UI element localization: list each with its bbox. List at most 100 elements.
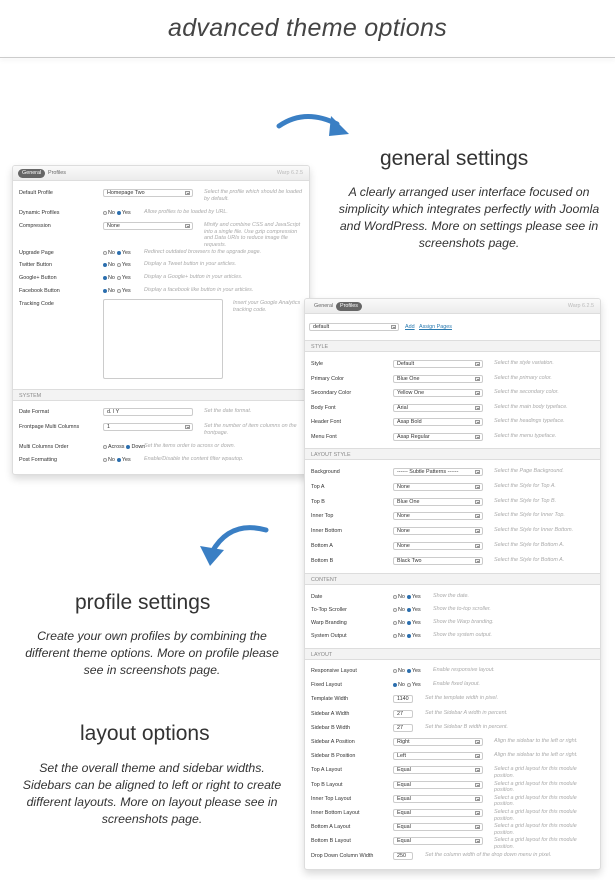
select-dropdown[interactable]: None [393,512,483,521]
radio-label[interactable]: No [398,607,405,613]
radio-button[interactable] [103,262,107,267]
chevron-down-icon[interactable] [475,768,480,773]
tab-general[interactable]: General [310,302,337,311]
chevron-down-icon[interactable] [475,839,480,844]
tracking-code-textarea[interactable] [103,299,223,379]
radio-label[interactable]: No [398,668,405,674]
select-dropdown[interactable]: Right [393,738,483,746]
chevron-down-icon[interactable] [475,754,480,759]
radio-button[interactable] [406,682,411,687]
text-input[interactable]: 27 [393,709,413,718]
radio-button[interactable] [103,444,107,449]
radio-label[interactable]: No [108,275,115,281]
tab-profiles[interactable]: Profiles [336,302,362,311]
radio-button[interactable] [406,668,411,673]
radio-label[interactable]: No [398,594,405,600]
radio-group[interactable]: No Yes [393,606,423,614]
radio-button[interactable] [393,682,397,687]
radio-button[interactable] [116,262,121,267]
radio-label[interactable]: Yes [122,210,131,216]
chevron-down-icon[interactable] [475,484,480,489]
profile-select[interactable]: default [309,323,399,331]
radio-button[interactable] [393,668,397,673]
chevron-down-icon[interactable] [475,529,480,534]
radio-group[interactable]: No Yes [103,249,133,257]
chevron-down-icon[interactable] [475,499,480,504]
select-dropdown[interactable]: Blue One [393,374,483,383]
assign-pages-link[interactable]: Assign Pages [419,323,452,331]
select-dropdown[interactable]: Equal [393,780,483,789]
select-dropdown[interactable]: Asap Bold [393,418,483,426]
radio-button[interactable] [103,210,107,215]
select-dropdown[interactable]: None [393,482,483,491]
chevron-down-icon[interactable] [475,740,480,744]
chevron-down-icon[interactable] [185,224,190,228]
radio-group[interactable]: No Yes [103,274,133,282]
chevron-down-icon[interactable] [185,425,190,429]
text-input[interactable]: 250 [393,851,413,860]
select-dropdown[interactable]: Equal [393,794,483,803]
radio-label[interactable]: Yes [412,594,421,600]
radio-label[interactable]: No [108,250,115,256]
select-dropdown[interactable]: None [103,222,193,230]
radio-group[interactable]: No Yes [103,287,133,295]
radio-label[interactable]: Yes [412,668,421,674]
select-dropdown[interactable]: Default [393,360,483,368]
chevron-down-icon[interactable] [475,470,480,474]
text-input[interactable]: d. l Y [103,408,193,416]
chevron-down-icon[interactable] [475,782,480,787]
radio-button[interactable] [393,607,397,612]
chevron-down-icon[interactable] [391,325,396,329]
radio-button[interactable] [116,288,121,293]
select-dropdown[interactable]: Blue One [393,497,483,506]
radio-group[interactable]: No Yes [393,632,423,640]
radio-button[interactable] [406,620,411,625]
radio-button[interactable] [116,250,121,255]
radio-button[interactable] [393,633,397,638]
chevron-down-icon[interactable] [185,191,190,195]
select-dropdown[interactable]: Homepage Two [103,189,193,197]
chevron-down-icon[interactable] [475,825,480,830]
radio-button[interactable] [103,457,107,462]
radio-label[interactable]: Yes [122,275,131,281]
chevron-down-icon[interactable] [475,405,480,410]
select-dropdown[interactable]: Equal [393,837,483,846]
select-dropdown[interactable]: Black Two [393,556,483,565]
radio-label[interactable]: Yes [412,633,421,639]
tab-general[interactable]: General [18,169,46,178]
text-input[interactable]: 1140 [393,695,413,704]
select-dropdown[interactable]: Equal [393,823,483,832]
radio-label[interactable]: No [398,682,405,688]
radio-label[interactable]: No [398,620,405,626]
radio-label[interactable]: No [108,288,115,294]
chevron-down-icon[interactable] [475,362,480,366]
select-dropdown[interactable]: Equal [393,809,483,817]
radio-group[interactable]: No Yes [103,209,133,217]
radio-label[interactable]: Yes [122,288,131,294]
text-input[interactable]: 27 [393,723,413,732]
radio-button[interactable] [126,444,131,449]
chevron-down-icon[interactable] [475,558,480,563]
radio-group[interactable]: No Yes [393,667,423,675]
chevron-down-icon[interactable] [475,391,480,395]
radio-label[interactable]: Yes [412,607,421,613]
tab-profiles[interactable]: Profiles [44,169,70,178]
radio-label[interactable]: Yes [412,682,421,688]
select-dropdown[interactable]: Yellow One [393,389,483,397]
select-dropdown[interactable]: Left [393,752,483,761]
radio-group[interactable]: No Yes [393,619,423,627]
radio-button[interactable] [393,594,397,599]
radio-group[interactable]: No Yes [103,261,133,269]
chevron-down-icon[interactable] [475,420,480,424]
radio-button[interactable] [103,288,107,293]
select-dropdown[interactable]: None [393,527,483,536]
radio-label[interactable]: No [108,457,115,463]
radio-button[interactable] [406,594,411,599]
chevron-down-icon[interactable] [475,514,480,519]
radio-label[interactable]: No [108,262,115,268]
select-dropdown[interactable]: 1 [103,423,193,431]
radio-button[interactable] [406,607,411,612]
chevron-down-icon[interactable] [475,376,480,381]
radio-label[interactable]: Across [108,444,124,450]
radio-group[interactable]: No Yes [393,593,423,601]
